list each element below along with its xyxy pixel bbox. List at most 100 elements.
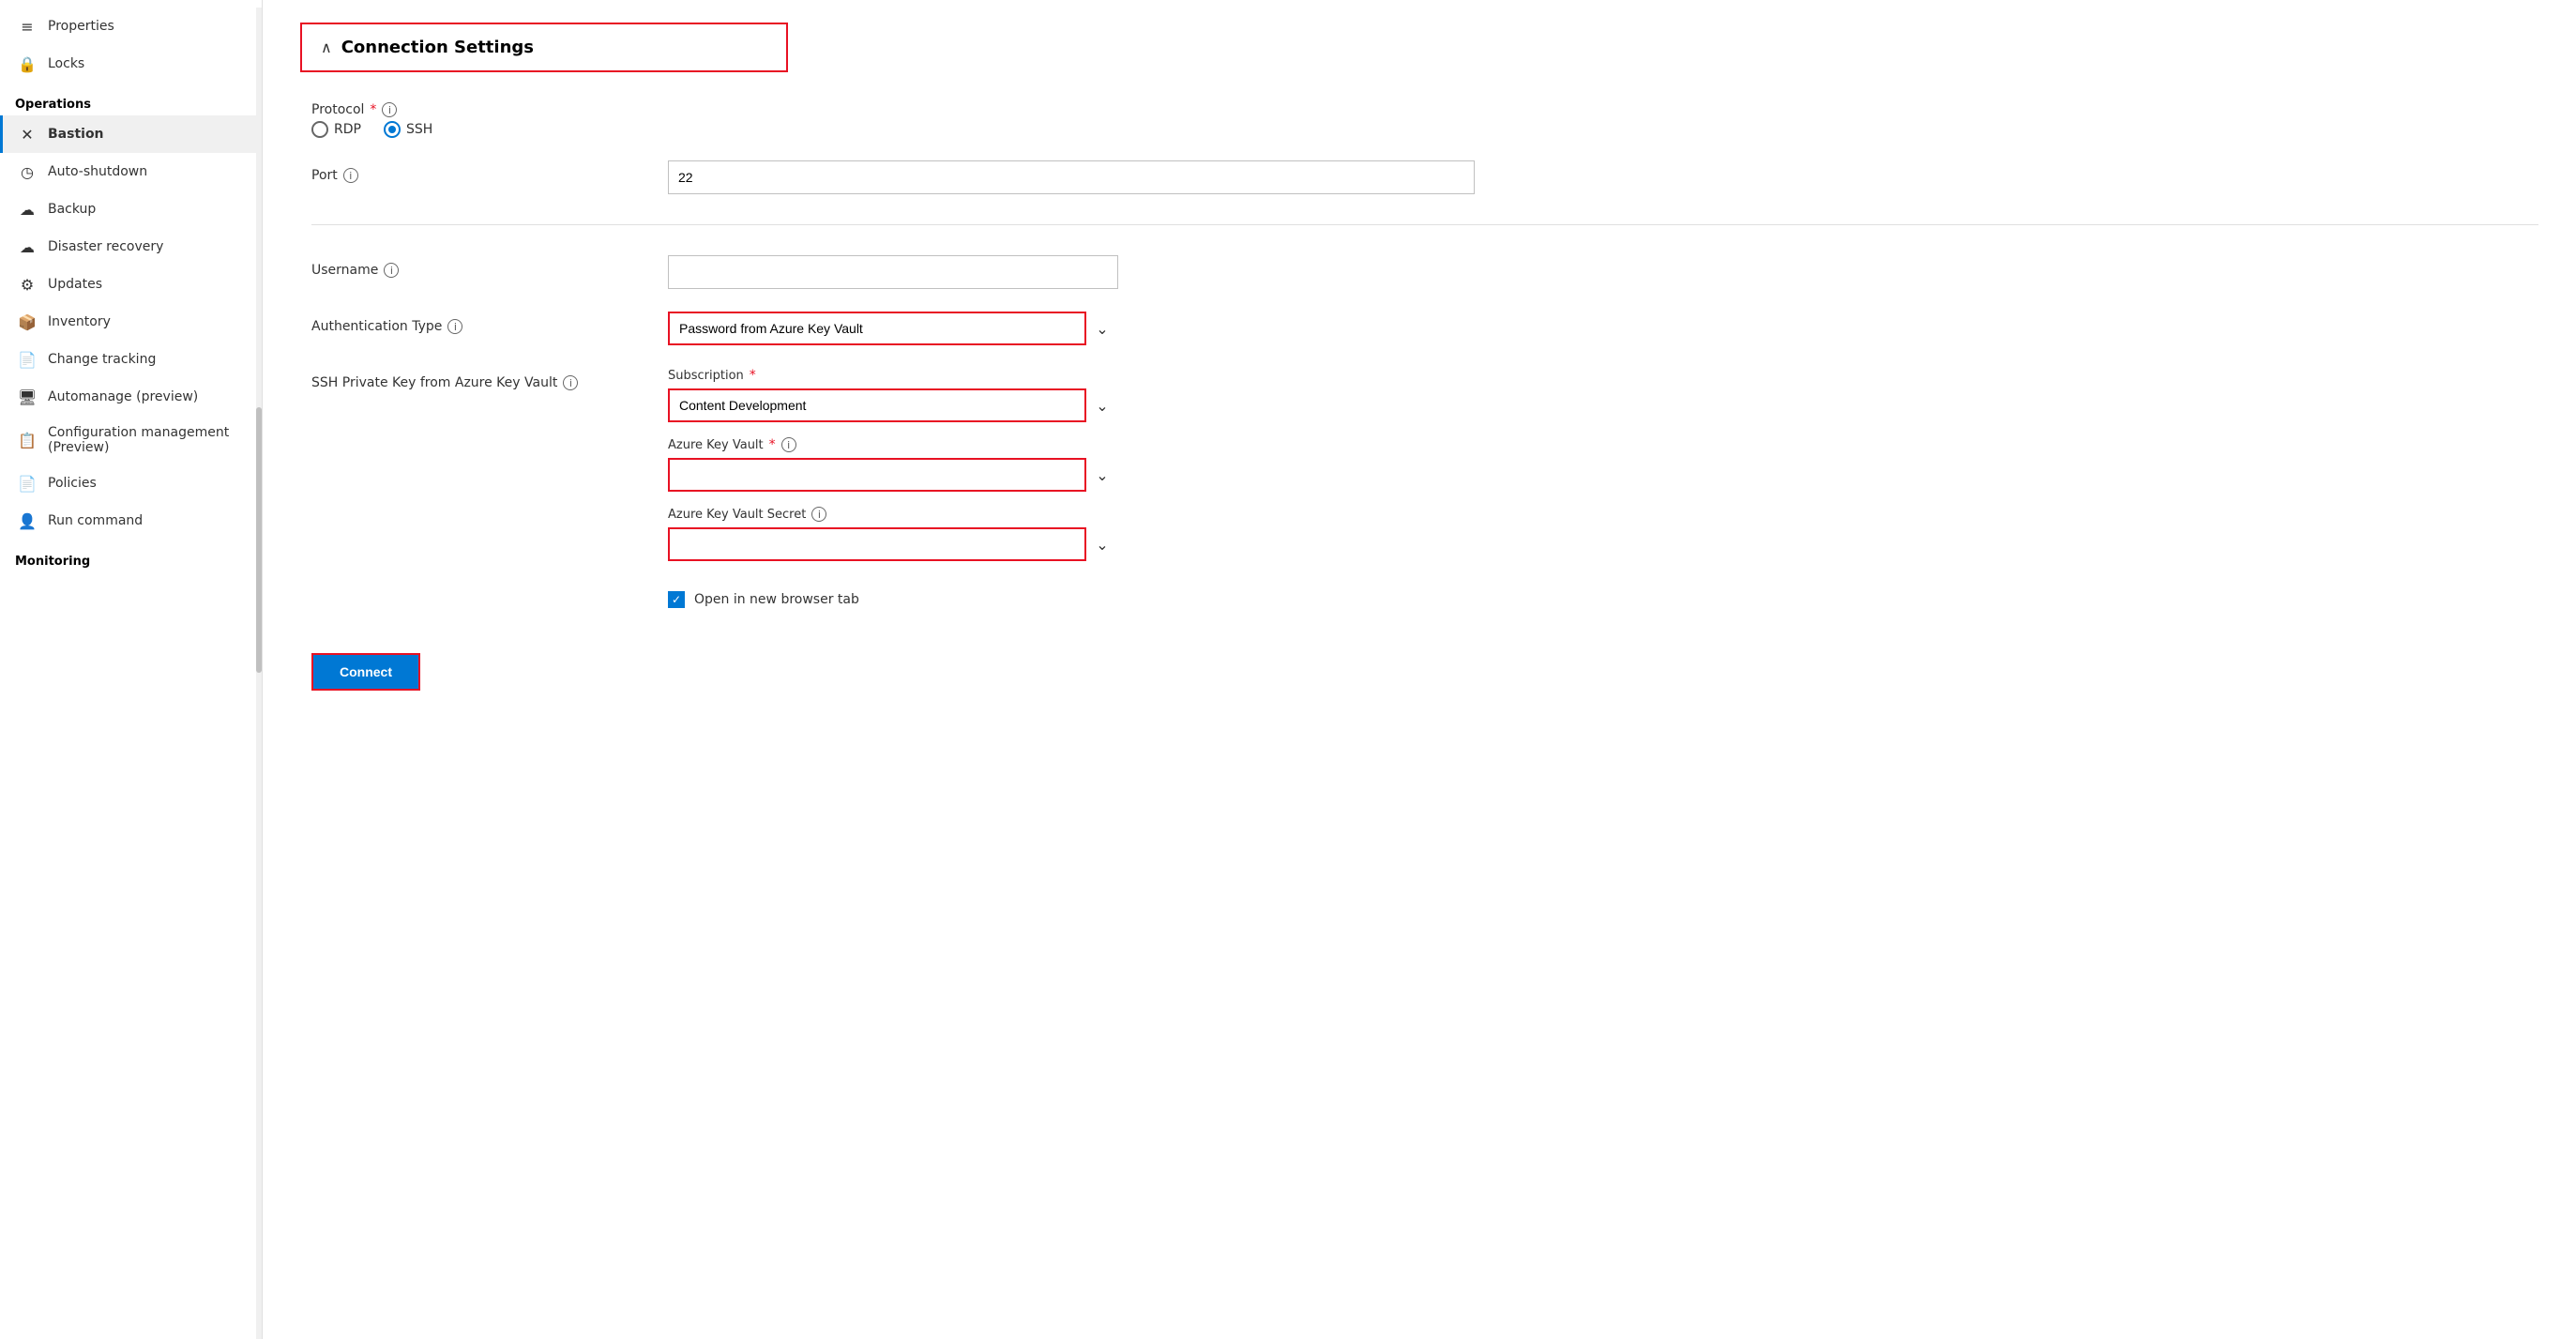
sidebar-item-label: Automanage (preview) [48, 389, 198, 404]
port-input[interactable] [668, 160, 1475, 194]
azure-key-vault-info-icon[interactable]: i [781, 437, 796, 452]
sidebar: ≡ Properties 🔒 Locks Operations ✕ Bastio… [0, 0, 263, 1339]
chevron-up-icon: ∧ [321, 38, 332, 56]
ssh-private-key-row: SSH Private Key from Azure Key Vault i S… [311, 368, 2538, 608]
sidebar-section-operations: Operations [0, 83, 262, 115]
azure-key-vault-secret-select[interactable] [668, 527, 1118, 561]
ssh-private-key-info-icon[interactable]: i [563, 375, 578, 390]
open-new-tab-checkbox[interactable] [668, 591, 685, 608]
username-input[interactable] [668, 255, 1118, 289]
ssh-private-key-control-col: Subscription * Content Development ⌄ [668, 368, 2538, 608]
inventory-icon: 📦 [18, 312, 37, 331]
username-label: Username i [311, 263, 668, 278]
username-control-col [668, 255, 2538, 289]
sidebar-item-label: Configuration management (Preview) [48, 425, 247, 455]
ssh-private-key-label-col: SSH Private Key from Azure Key Vault i [311, 368, 668, 390]
subscription-required: * [750, 368, 756, 383]
port-label-col: Port i [311, 160, 668, 183]
sidebar-item-policies[interactable]: 📄 Policies [0, 464, 262, 502]
connect-button-row: Connect [311, 638, 2538, 691]
auth-type-select-wrapper: Password from Azure Key Vault Password S… [668, 312, 1118, 345]
change-tracking-icon: 📄 [18, 350, 37, 369]
sidebar-item-auto-shutdown[interactable]: ◷ Auto-shutdown [0, 153, 262, 190]
auth-type-control-col: Password from Azure Key Vault Password S… [668, 312, 2538, 345]
port-control-col [668, 160, 2538, 194]
azure-key-vault-secret-info-icon[interactable]: i [811, 507, 826, 522]
auth-type-label: Authentication Type i [311, 319, 668, 334]
sidebar-item-locks[interactable]: 🔒 Locks [0, 45, 262, 83]
run-command-icon: 👤 [18, 511, 37, 530]
protocol-info-icon[interactable]: i [382, 102, 397, 117]
connection-settings-header[interactable]: ∧ Connection Settings [300, 23, 788, 72]
sidebar-item-label: Backup [48, 202, 96, 217]
sidebar-item-change-tracking[interactable]: 📄 Change tracking [0, 341, 262, 378]
port-label: Port i [311, 168, 668, 183]
sidebar-item-disaster-recovery[interactable]: ☁ Disaster recovery [0, 228, 262, 266]
azure-key-vault-subfield: Azure Key Vault * i ⌄ [668, 437, 2538, 492]
sidebar-item-label: Locks [48, 56, 84, 71]
azure-key-vault-required: * [769, 437, 776, 452]
connection-settings-form: Protocol * i RDP SSH [300, 95, 2538, 691]
sidebar-item-automanage[interactable]: 🖥 Automanage (preview) [0, 378, 262, 416]
sidebar-item-label: Inventory [48, 314, 111, 329]
azure-key-vault-secret-label: Azure Key Vault Secret i [668, 507, 2538, 522]
azure-key-vault-select[interactable] [668, 458, 1118, 492]
connection-settings-title: Connection Settings [341, 38, 534, 57]
properties-icon: ≡ [18, 17, 37, 36]
subscription-label: Subscription * [668, 368, 2538, 383]
auto-shutdown-icon: ◷ [18, 162, 37, 181]
required-star: * [370, 102, 376, 117]
sidebar-item-properties[interactable]: ≡ Properties [0, 8, 262, 45]
backup-icon: ☁ [18, 200, 37, 219]
auth-type-info-icon[interactable]: i [447, 319, 462, 334]
lock-icon: 🔒 [18, 54, 37, 73]
sidebar-item-label: Updates [48, 277, 102, 292]
rdp-radio-option[interactable]: RDP [311, 121, 361, 138]
port-row: Port i [311, 160, 2538, 194]
sidebar-item-run-command[interactable]: 👤 Run command [0, 502, 262, 540]
subscription-select[interactable]: Content Development [668, 388, 1118, 422]
protocol-row: Protocol * i RDP SSH [311, 95, 2538, 138]
sidebar-item-label: Auto-shutdown [48, 164, 147, 179]
auth-type-select[interactable]: Password from Azure Key Vault Password S… [668, 312, 1118, 345]
sidebar-item-label: Run command [48, 513, 143, 528]
protocol-radio-group: RDP SSH [311, 117, 668, 138]
protocol-label-col: Protocol * i RDP SSH [311, 95, 668, 138]
divider [311, 224, 2538, 225]
subscription-subfield: Subscription * Content Development ⌄ [668, 368, 2538, 422]
sidebar-item-config-mgmt[interactable]: 📋 Configuration management (Preview) [0, 416, 262, 464]
protocol-label: Protocol * i [311, 102, 668, 117]
azure-key-vault-secret-select-wrapper: ⌄ [668, 527, 1118, 561]
ssh-radio-label: SSH [406, 122, 432, 137]
ssh-radio-option[interactable]: SSH [384, 121, 432, 138]
sidebar-item-inventory[interactable]: 📦 Inventory [0, 303, 262, 341]
username-label-col: Username i [311, 255, 668, 278]
port-info-icon[interactable]: i [343, 168, 358, 183]
rdp-radio-label: RDP [334, 122, 361, 137]
policies-icon: 📄 [18, 474, 37, 493]
updates-icon: ⚙ [18, 275, 37, 294]
azure-key-vault-select-wrapper: ⌄ [668, 458, 1118, 492]
automanage-icon: 🖥 [18, 388, 37, 406]
username-row: Username i [311, 255, 2538, 289]
auth-type-row: Authentication Type i Password from Azur… [311, 312, 2538, 345]
open-new-tab-label: Open in new browser tab [694, 592, 859, 607]
sidebar-item-updates[interactable]: ⚙ Updates [0, 266, 262, 303]
sidebar-item-label: Bastion [48, 127, 104, 142]
open-new-tab-row: Open in new browser tab [668, 591, 2538, 608]
ssh-radio-circle [384, 121, 401, 138]
username-info-icon[interactable]: i [384, 263, 399, 278]
bastion-icon: ✕ [18, 125, 37, 144]
main-content: ∧ Connection Settings Protocol * i RDP [263, 0, 2576, 1339]
sidebar-item-label: Disaster recovery [48, 239, 163, 254]
ssh-private-key-subform: Subscription * Content Development ⌄ [668, 368, 2538, 608]
sidebar-item-label: Properties [48, 19, 114, 34]
azure-key-vault-secret-subfield: Azure Key Vault Secret i ⌄ [668, 507, 2538, 561]
sidebar-item-backup[interactable]: ☁ Backup [0, 190, 262, 228]
sidebar-section-monitoring: Monitoring [0, 540, 262, 572]
sidebar-item-bastion[interactable]: ✕ Bastion [0, 115, 262, 153]
config-mgmt-icon: 📋 [18, 431, 37, 449]
connect-button[interactable]: Connect [311, 653, 420, 691]
ssh-private-key-label: SSH Private Key from Azure Key Vault i [311, 375, 668, 390]
azure-key-vault-label: Azure Key Vault * i [668, 437, 2538, 452]
